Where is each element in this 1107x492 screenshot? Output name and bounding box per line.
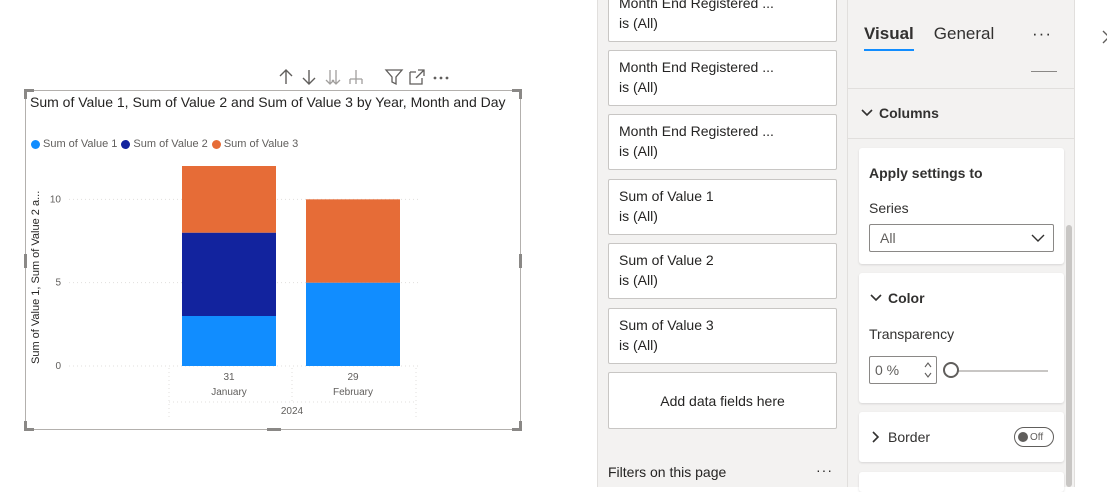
- legend-label: Sum of Value 3: [223, 138, 299, 150]
- filter-card-month-end-3[interactable]: Month End Registered ... is (All): [608, 114, 837, 170]
- series-dropdown[interactable]: All: [869, 224, 1054, 252]
- bar-segment-1-january[interactable]: [182, 316, 276, 366]
- divider: [848, 138, 1075, 139]
- apply-settings-card: Apply settings to Series All: [859, 148, 1064, 264]
- format-tabs: Visual General: [864, 24, 1014, 51]
- filter-card-name: Month End Registered ...: [619, 0, 774, 11]
- toggle-knob: [1018, 432, 1028, 442]
- format-pane: Visual General ··· Columns Apply setting…: [847, 0, 1075, 492]
- resize-handle-top-left-v[interactable]: [24, 89, 27, 99]
- color-section-label: Color: [888, 290, 925, 306]
- divider: [1031, 71, 1057, 72]
- transparency-label: Transparency: [869, 326, 955, 342]
- filter-card-state: is (All): [619, 79, 658, 95]
- resize-handle-bottom[interactable]: [267, 428, 281, 431]
- transparency-slider-thumb[interactable]: [943, 362, 959, 378]
- filter-card-name: Sum of Value 1: [619, 188, 714, 204]
- filter-card-month-end-2[interactable]: Month End Registered ... is (All): [608, 50, 837, 106]
- stacked-column-chart-visual[interactable]: Sum of Value 1, Sum of Value 2 and Sum o…: [24, 89, 522, 431]
- x-tick-day: 31: [223, 372, 235, 383]
- border-card: Border Off: [859, 412, 1064, 462]
- visual-title: Sum of Value 1, Sum of Value 2 and Sum o…: [30, 94, 506, 110]
- arrow-up-icon[interactable]: [274, 65, 297, 89]
- filter-card-name: Month End Registered ...: [619, 59, 774, 75]
- legend-dot-value-2: [121, 139, 131, 149]
- color-section-header[interactable]: Color: [869, 290, 925, 306]
- y-tick-label: 0: [55, 361, 61, 372]
- pane-switcher-strip: [1074, 0, 1107, 487]
- visual-header-toolbar: [274, 64, 453, 90]
- filter-card-state: is (All): [619, 15, 658, 31]
- filter-card-sum-value-3[interactable]: Sum of Value 3 is (All): [608, 308, 837, 364]
- legend-dot-value-3: [211, 139, 221, 149]
- spinner-arrows-icon[interactable]: [923, 359, 933, 381]
- legend-label: Sum of Value 2: [133, 138, 208, 150]
- filter-card-sum-value-1[interactable]: Sum of Value 1 is (All): [608, 179, 837, 235]
- filters-on-page-more-button[interactable]: ···: [816, 462, 833, 478]
- legend-label: Sum of Value 1: [43, 138, 118, 150]
- columns-section-label: Columns: [879, 105, 939, 121]
- bar-segment-3-january[interactable]: [182, 166, 276, 233]
- transparency-input[interactable]: 0 %: [869, 356, 937, 384]
- legend-dot-value-1: [31, 139, 40, 149]
- more-options-icon[interactable]: [429, 65, 452, 89]
- filters-on-page-heading: Filters on this page: [608, 464, 727, 480]
- color-card: Color Transparency 0 %: [859, 273, 1064, 403]
- double-arrow-down-icon[interactable]: [321, 65, 344, 89]
- filters-pane: Month End Registered ... is (All) Month …: [597, 0, 847, 487]
- bar-segment-3-february[interactable]: [306, 199, 400, 283]
- filter-card-name: Month End Registered ...: [619, 123, 774, 139]
- y-axis-title: Sum of Value 1, Sum of Value 2 a...: [30, 191, 42, 364]
- border-section-header[interactable]: Border: [869, 429, 930, 445]
- chevron-down-icon: [861, 109, 873, 117]
- y-tick-label: 10: [50, 194, 62, 205]
- filter-card-month-end-1[interactable]: Month End Registered ... is (All): [608, 0, 837, 42]
- resize-handle-top-right-v[interactable]: [519, 89, 522, 99]
- format-pane-scrollbar[interactable]: [1066, 225, 1072, 487]
- expand-hierarchy-icon[interactable]: [345, 65, 368, 89]
- legend-item-value-3[interactable]: Sum of Value 3: [211, 138, 299, 150]
- report-canvas: Sum of Value 1, Sum of Value 2 and Sum o…: [0, 0, 597, 487]
- legend-item-value-2[interactable]: Sum of Value 2: [121, 138, 208, 150]
- filter-card-state: is (All): [619, 272, 658, 288]
- filter-card-state: is (All): [619, 337, 658, 353]
- filter-card-sum-value-2[interactable]: Sum of Value 2 is (All): [608, 243, 837, 299]
- series-dropdown-value: All: [880, 230, 896, 246]
- add-data-fields-dropzone[interactable]: Add data fields here: [608, 372, 837, 429]
- chevron-down-icon: [1031, 234, 1045, 242]
- tab-general[interactable]: General: [934, 24, 994, 51]
- filter-card-name: Sum of Value 3: [619, 317, 714, 333]
- focus-mode-icon[interactable]: [406, 65, 429, 89]
- arrow-down-icon[interactable]: [298, 65, 321, 89]
- legend-item-value-1[interactable]: Sum of Value 1: [31, 138, 117, 150]
- chevron-right-icon[interactable]: [1101, 30, 1107, 44]
- bar-segment-2-january[interactable]: [182, 232, 276, 316]
- transparency-slider-track[interactable]: [949, 370, 1048, 372]
- x-tick-month: January: [211, 387, 247, 398]
- filter-card-name: Sum of Value 2: [619, 252, 714, 268]
- columns-section-header[interactable]: Columns: [860, 105, 939, 121]
- filter-card-state: is (All): [619, 143, 658, 159]
- bar-segment-1-february[interactable]: [306, 282, 400, 366]
- x-tick-month: February: [333, 387, 373, 398]
- filter-icon[interactable]: [382, 65, 405, 89]
- tab-visual[interactable]: Visual: [864, 24, 914, 51]
- border-toggle-label: Off: [1030, 431, 1044, 443]
- x-tick-day: 29: [347, 372, 359, 383]
- chart-plot-area: Sum of Value 1, Sum of Value 2 a... 0 5 10 3…: [30, 166, 418, 418]
- series-label: Series: [869, 200, 909, 216]
- x-tick-year: 2024: [281, 406, 304, 417]
- y-tick-label: 5: [55, 278, 61, 289]
- chart-legend: Sum of Value 1 Sum of Value 2 Sum of Val…: [31, 138, 302, 150]
- format-more-button[interactable]: ···: [1032, 24, 1052, 44]
- divider: [848, 88, 1075, 89]
- border-toggle[interactable]: Off: [1014, 427, 1054, 447]
- apply-settings-heading: Apply settings to: [869, 165, 983, 181]
- chevron-right-icon: [872, 431, 880, 443]
- filter-card-state: is (All): [619, 208, 658, 224]
- chevron-down-icon: [870, 294, 882, 302]
- border-section-label: Border: [888, 429, 931, 445]
- transparency-value: 0 %: [875, 362, 900, 378]
- next-card: [859, 472, 1064, 492]
